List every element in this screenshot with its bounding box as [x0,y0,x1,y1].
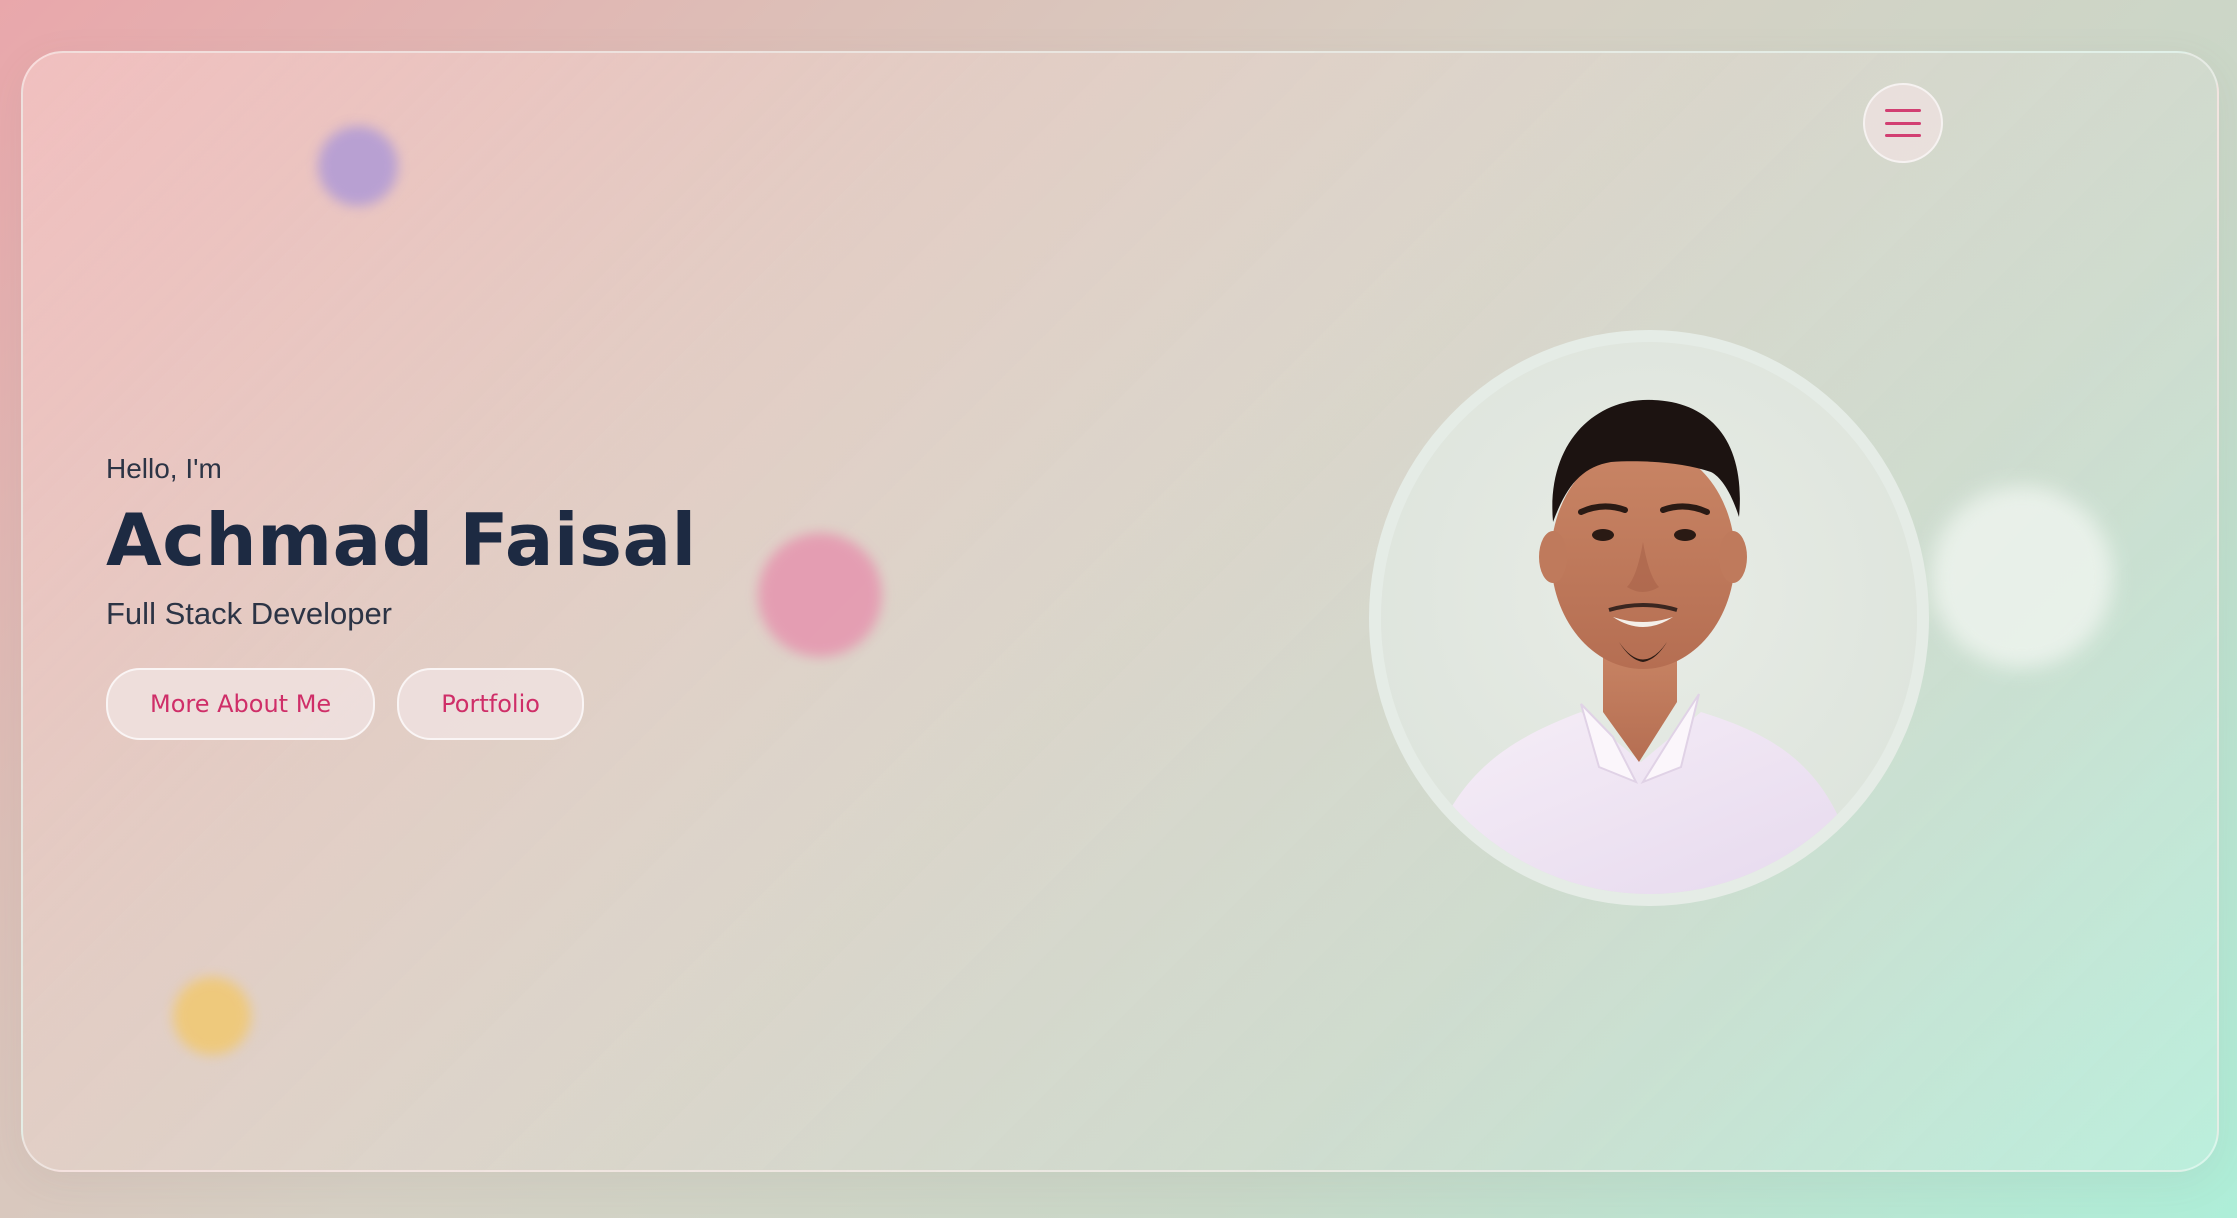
hero-card: Hello, I'm Achmad Faisal Full Stack Deve… [21,51,2219,1172]
more-about-me-button[interactable]: More About Me [106,667,376,740]
portfolio-button[interactable]: Portfolio [397,667,584,740]
profile-portrait-illustration [1381,342,1917,894]
menu-button[interactable] [1863,83,1943,163]
hero-text: Hello, I'm Achmad Faisal Full Stack Deve… [106,453,1006,740]
profile-photo [1369,330,1929,906]
decorative-white-circle [1931,486,2113,668]
decorative-purple-circle [318,126,398,206]
hero-buttons: More About Me Portfolio [106,667,1006,740]
decorative-yellow-circle [173,977,251,1055]
page-title: Achmad Faisal [106,498,697,582]
role-subtitle: Full Stack Developer [106,595,393,631]
hamburger-menu-icon [1885,109,1921,137]
greeting-text: Hello, I'm [106,453,222,484]
